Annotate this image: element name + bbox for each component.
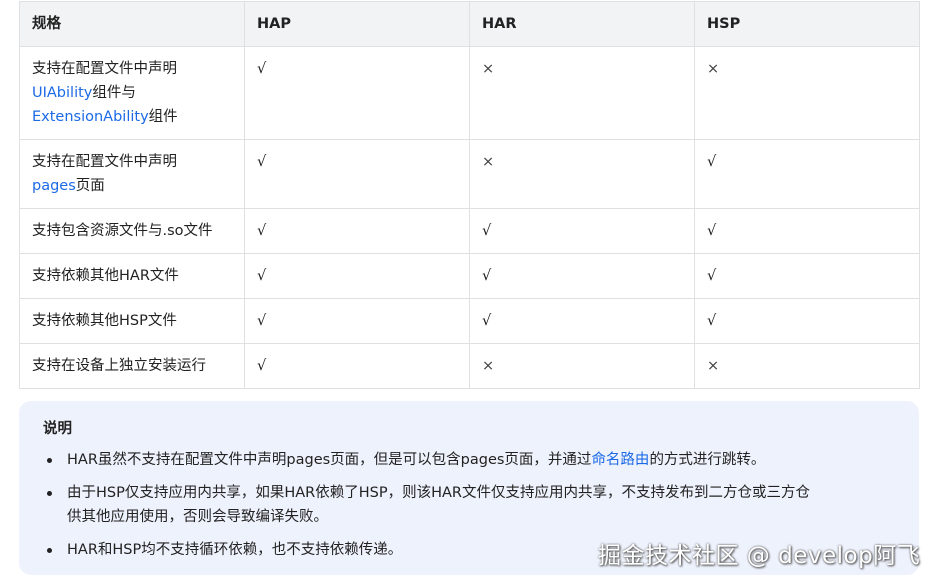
uiability-link[interactable]: UIAbility xyxy=(32,85,92,101)
spec-table: 规格 HAP HAR HSP 支持在配置文件中声明 UIAbility组件与 E… xyxy=(19,1,920,389)
row-label: 支持依赖其他HAR文件 xyxy=(19,253,245,299)
watermark: 掘金技术社区 @ develop阿飞 xyxy=(598,543,921,569)
row-label-text: 组件 xyxy=(148,109,178,125)
row-label: 支持在配置文件中声明 UIAbility组件与 ExtensionAbility… xyxy=(19,46,245,140)
cell-har: √ xyxy=(469,253,695,299)
named-route-link[interactable]: 命名路由 xyxy=(591,452,649,468)
header-har: HAR xyxy=(469,1,695,47)
bullet-icon xyxy=(47,458,52,463)
extensionability-link[interactable]: ExtensionAbility xyxy=(32,109,149,125)
row-label-text: 支持在配置文件中声明 xyxy=(32,61,177,77)
note-text: HAR和HSP均不支持循环依赖，也不支持依赖传递。 xyxy=(67,542,403,558)
table-row: 支持依赖其他HSP文件 √ √ √ xyxy=(19,298,920,344)
note-text: HAR虽然不支持在配置文件中声明pages页面，但是可以包含pages页面，并通… xyxy=(67,452,592,468)
table-row: 支持在配置文件中声明 pages页面 √ × √ xyxy=(19,139,920,209)
spec-table-container: 规格 HAP HAR HSP 支持在配置文件中声明 UIAbility组件与 E… xyxy=(19,1,920,389)
cell-har: × xyxy=(469,46,695,140)
cell-hsp: √ xyxy=(694,139,920,209)
cell-har: √ xyxy=(469,208,695,254)
table-row: 支持依赖其他HAR文件 √ √ √ xyxy=(19,253,920,299)
row-label: 支持包含资源文件与.so文件 xyxy=(19,208,245,254)
table-row: 支持在配置文件中声明 UIAbility组件与 ExtensionAbility… xyxy=(19,46,920,140)
cell-hsp: × xyxy=(694,46,920,140)
cell-hap: √ xyxy=(244,298,470,344)
cell-hsp: √ xyxy=(694,253,920,299)
pages-link[interactable]: pages xyxy=(32,178,76,194)
row-label: 支持依赖其他HSP文件 xyxy=(19,298,245,344)
table-row: 支持包含资源文件与.so文件 √ √ √ xyxy=(19,208,920,254)
header-spec: 规格 xyxy=(19,1,245,47)
row-label: 支持在配置文件中声明 pages页面 xyxy=(19,139,245,209)
note-text: 由于HSP仅支持应用内共享，如果HAR依赖了HSP，则该HAR文件仅支持应用内共… xyxy=(67,485,810,501)
cell-hap: √ xyxy=(244,343,470,389)
row-label-text: 页面 xyxy=(75,178,105,194)
note-text: 供其他应用使用，否则会导致编译失败。 xyxy=(67,509,328,525)
cell-hap: √ xyxy=(244,46,470,140)
cell-hap: √ xyxy=(244,139,470,209)
cell-har: √ xyxy=(469,298,695,344)
cell-har: × xyxy=(469,343,695,389)
cell-har: × xyxy=(469,139,695,209)
bullet-icon xyxy=(47,491,52,496)
table-row: 支持在设备上独立安装运行 √ × × xyxy=(19,343,920,389)
cell-hap: √ xyxy=(244,208,470,254)
note-title: 说明 xyxy=(43,421,72,437)
cell-hap: √ xyxy=(244,253,470,299)
header-hap: HAP xyxy=(244,1,470,47)
note-text: 的方式进行跳转。 xyxy=(649,452,766,468)
list-item: HAR虽然不支持在配置文件中声明pages页面，但是可以包含pages页面，并通… xyxy=(43,448,895,472)
cell-hsp: × xyxy=(694,343,920,389)
row-label: 支持在设备上独立安装运行 xyxy=(19,343,245,389)
cell-hsp: √ xyxy=(694,208,920,254)
cell-hsp: √ xyxy=(694,298,920,344)
row-label-text: 支持在配置文件中声明 xyxy=(32,154,177,170)
list-item: 由于HSP仅支持应用内共享，如果HAR依赖了HSP，则该HAR文件仅支持应用内共… xyxy=(43,481,895,529)
row-label-text: 组件与 xyxy=(92,85,136,101)
header-hsp: HSP xyxy=(694,1,920,47)
table-header-row: 规格 HAP HAR HSP xyxy=(19,1,920,47)
bullet-icon xyxy=(47,548,52,553)
